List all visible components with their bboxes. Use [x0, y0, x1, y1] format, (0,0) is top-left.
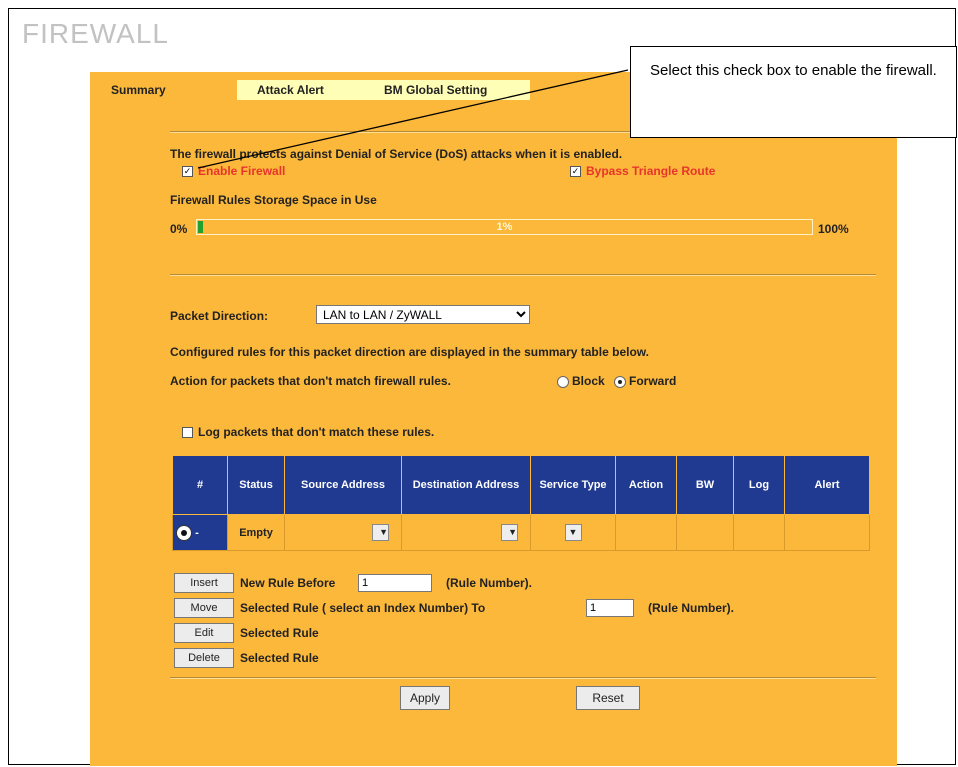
move-rule-number-input[interactable]	[586, 599, 634, 617]
col-header-alert: Alert	[784, 455, 870, 515]
divider	[170, 677, 876, 679]
move-suffix: (Rule Number).	[648, 601, 735, 615]
edit-text: Selected Rule	[240, 626, 319, 640]
tab-attack-alert[interactable]: Attack Alert	[237, 80, 381, 100]
row-action	[615, 514, 677, 551]
storage-label: Firewall Rules Storage Space in Use	[170, 193, 377, 207]
row-source-cell: ▼	[284, 514, 402, 551]
row-log	[733, 514, 785, 551]
row-alert	[784, 514, 870, 551]
storage-max-label: 100%	[818, 222, 849, 236]
col-header-bw: BW	[676, 455, 734, 515]
apply-button[interactable]: Apply	[400, 686, 450, 710]
page-title: FIREWALL	[22, 18, 169, 49]
col-header-status: Status	[227, 455, 285, 515]
col-header-source: Source Address	[284, 455, 402, 515]
insert-button[interactable]: Insert	[174, 573, 234, 593]
table-header-row: # Status Source Address Destination Addr…	[172, 455, 870, 515]
service-dropdown-button[interactable]: ▼	[564, 524, 582, 541]
reset-button[interactable]: Reset	[576, 686, 640, 710]
bypass-triangle-checkbox[interactable]: ✓	[570, 166, 581, 177]
source-dropdown-button[interactable]: ▼	[372, 524, 389, 541]
storage-min-label: 0%	[170, 222, 188, 236]
packet-direction-select[interactable]: LAN to LAN / ZyWALL	[316, 305, 530, 324]
col-header-log: Log	[733, 455, 785, 515]
insert-text: New Rule Before	[240, 576, 336, 590]
row-select-radio[interactable]	[176, 524, 192, 541]
enable-firewall-checkbox[interactable]: ✓	[182, 166, 193, 177]
move-button[interactable]: Move	[174, 598, 234, 618]
forward-radio[interactable]	[614, 376, 626, 388]
destination-dropdown-button[interactable]: ▼	[501, 524, 518, 541]
delete-button[interactable]: Delete	[174, 648, 234, 668]
row-destination-cell: ▼	[401, 514, 531, 551]
insert-suffix: (Rule Number).	[446, 576, 533, 590]
table-row: - Empty ▼ ▼ ▼	[172, 514, 870, 551]
bypass-triangle-label: Bypass Triangle Route	[586, 164, 716, 178]
row-dash: -	[195, 526, 199, 539]
divider	[170, 274, 876, 276]
edit-button[interactable]: Edit	[174, 623, 234, 643]
delete-text: Selected Rule	[240, 651, 319, 665]
forward-label: Forward	[629, 374, 677, 388]
row-service-cell: ▼	[530, 514, 616, 551]
tab-summary[interactable]: Summary	[111, 80, 166, 100]
log-packets-checkbox[interactable]	[182, 427, 193, 438]
row-bw	[676, 514, 734, 551]
callout-box: Select this check box to enable the fire…	[630, 46, 957, 138]
col-header-destination: Destination Address	[401, 455, 531, 515]
storage-progress-value: 1%	[496, 221, 513, 233]
intro-text: The firewall protects against Denial of …	[170, 147, 623, 161]
block-radio[interactable]	[557, 376, 569, 388]
rules-table: # Status Source Address Destination Addr…	[172, 455, 870, 551]
row-select-cell: -	[172, 514, 228, 551]
block-label: Block	[572, 374, 605, 388]
configured-rules-text: Configured rules for this packet directi…	[170, 345, 649, 359]
storage-progress-bar: 1%	[196, 219, 813, 235]
move-text: Selected Rule ( select an Index Number) …	[240, 601, 486, 615]
log-packets-label: Log packets that don't match these rules…	[198, 425, 435, 439]
enable-firewall-label: Enable Firewall	[198, 164, 286, 178]
col-header-action: Action	[615, 455, 677, 515]
col-header-service: Service Type	[530, 455, 616, 515]
default-action-text: Action for packets that don't match fire…	[170, 374, 451, 388]
row-status: Empty	[227, 514, 285, 551]
packet-direction-label: Packet Direction:	[170, 309, 269, 323]
insert-rule-number-input[interactable]	[358, 574, 432, 592]
tab-bm-global-setting[interactable]: BM Global Setting	[380, 80, 530, 100]
col-header-index: #	[172, 455, 228, 515]
